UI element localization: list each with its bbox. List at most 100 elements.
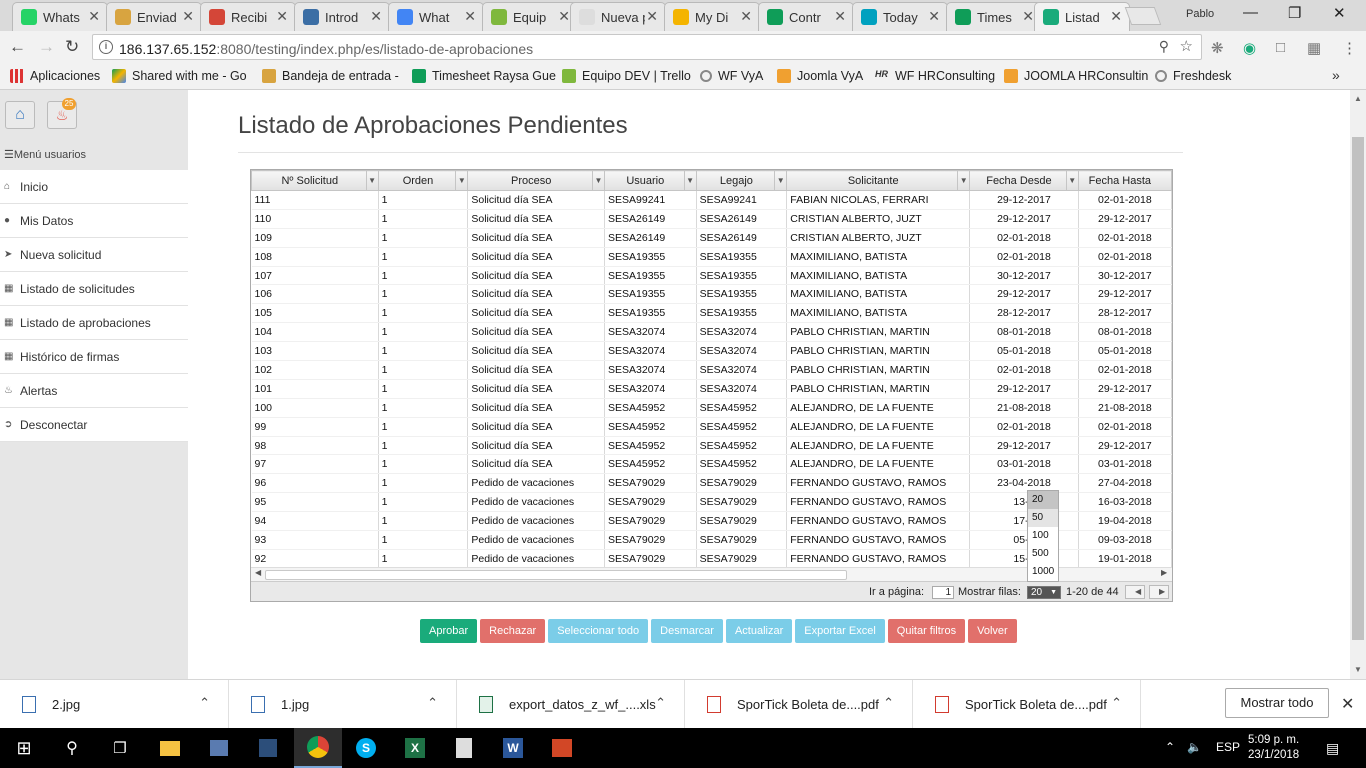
start-button[interactable]: ⊞ <box>0 728 48 768</box>
sidebar-item-desconectar[interactable]: ➲ Desconectar <box>0 408 188 442</box>
column-header[interactable]: Usuario ▼ <box>604 170 697 191</box>
taskbar-excel[interactable]: X <box>391 728 439 768</box>
column-header[interactable]: Fecha Hasta <box>1077 170 1172 191</box>
taskbar-word[interactable]: W <box>489 728 537 768</box>
chevron-up-icon[interactable]: ⌃ <box>199 695 210 711</box>
browser-tab[interactable]: Enviad ✕ <box>106 2 202 31</box>
close-icon[interactable]: ✕ <box>1341 694 1354 714</box>
table-row[interactable]: 109 1 Solicitud día SEA SESA26149 SESA26149 C… <box>251 228 1172 248</box>
scroll-down-icon[interactable]: ▼ <box>1354 665 1362 674</box>
sidebar-item-inicio[interactable]: ⌂ Inicio <box>0 170 188 204</box>
reject-button[interactable]: Rechazar <box>480 619 546 643</box>
scroll-up-icon[interactable]: ▲ <box>1354 94 1362 103</box>
browser-tab[interactable]: Today ✕ <box>852 2 948 31</box>
tab-close-icon[interactable]: ✕ <box>1022 8 1034 25</box>
bookmark-drive[interactable]: Shared with me - Go <box>112 69 247 83</box>
chevron-up-icon[interactable]: ⌃ <box>883 695 894 711</box>
column-header[interactable]: Legajo ▼ <box>695 170 788 191</box>
tab-close-icon[interactable]: ✕ <box>646 8 658 25</box>
export-excel-button[interactable]: Exportar Excel <box>795 619 885 643</box>
rows-per-page-select[interactable]: 20 ▼ <box>1027 586 1061 599</box>
notification-center-icon[interactable]: ▤ <box>1326 740 1339 757</box>
scrollbar-thumb[interactable] <box>265 570 847 580</box>
taskbar-tool[interactable] <box>244 728 292 768</box>
column-header[interactable]: Proceso ▼ <box>467 170 605 191</box>
download-item[interactable]: export_datos_z_wf_....xls ⌃ <box>457 680 685 729</box>
rows-option-100[interactable]: 100 <box>1028 527 1058 545</box>
browser-tab[interactable]: Recibi ✕ <box>200 2 296 31</box>
next-page-button[interactable]: ▶ <box>1149 585 1169 599</box>
column-header[interactable]: Fecha Desde ▼ <box>969 170 1079 191</box>
table-row[interactable]: 99 1 Solicitud día SEA SESA45952 SESA45952 AL… <box>251 417 1172 437</box>
column-header[interactable]: Nº Solicitud ▼ <box>251 170 379 191</box>
browser-tab[interactable]: My Di ✕ <box>664 2 760 31</box>
table-row[interactable]: 103 1 Solicitud día SEA SESA32074 SESA32074 P… <box>251 341 1172 362</box>
table-row[interactable]: 102 1 Solicitud día SEA SESA32074 SESA32074 P… <box>251 360 1172 380</box>
column-header[interactable]: Orden ▼ <box>377 170 469 191</box>
table-row[interactable]: 105 1 Solicitud día SEA SESA19355 SESA19355 M… <box>251 303 1172 324</box>
tab-close-icon[interactable]: ✕ <box>1110 8 1122 25</box>
column-filter-icon[interactable]: ▼ <box>365 171 378 190</box>
tab-close-icon[interactable]: ✕ <box>740 8 752 25</box>
bookmark-trello[interactable]: Equipo DEV | Trello <box>562 69 691 83</box>
table-row[interactable]: 104 1 Solicitud día SEA SESA32074 SESA32074 P… <box>251 322 1172 343</box>
volume-icon[interactable]: 🔈 <box>1187 740 1202 754</box>
pdf-extension-icon[interactable]: □ <box>1276 39 1285 56</box>
show-all-button[interactable]: Mostrar todo <box>1225 688 1329 718</box>
approve-button[interactable]: Aprobar <box>420 619 478 643</box>
maximize-icon[interactable]: ❐ <box>1288 4 1301 22</box>
download-item[interactable]: SporTick Boleta de....pdf ⌃ <box>685 680 913 729</box>
reload-icon[interactable]: ↻ <box>65 37 79 57</box>
scroll-right-icon[interactable]: ▶ <box>1161 568 1167 577</box>
clock[interactable]: 5:09 p. m. 23/1/2018 <box>1248 733 1299 763</box>
clear-filters-button[interactable]: Quitar filtros <box>887 619 966 643</box>
page-scrollbar-thumb[interactable] <box>1352 137 1364 640</box>
bookmark-joomla-hrconsulting[interactable]: JOOMLA HRConsultin <box>1004 69 1148 83</box>
browser-tab[interactable]: Contr ✕ <box>758 2 854 31</box>
table-row[interactable]: 111 1 Solicitud día SEA SESA99241 SESA99241 F… <box>251 190 1172 210</box>
tab-close-icon[interactable]: ✕ <box>182 8 194 25</box>
browser-tab[interactable]: Whats ✕ <box>12 2 108 31</box>
taskbar-explorer[interactable] <box>146 728 194 768</box>
column-filter-icon[interactable]: ▼ <box>683 171 696 190</box>
page-number-input[interactable]: 1 <box>932 586 954 599</box>
tab-close-icon[interactable]: ✕ <box>464 8 476 25</box>
rows-option-20[interactable]: 20 <box>1028 491 1058 509</box>
home-button[interactable]: ⌂ <box>5 101 35 129</box>
chevron-up-icon[interactable]: ⌃ <box>655 695 666 711</box>
bookmark-freshdesk[interactable]: Freshdesk <box>1155 69 1231 83</box>
column-header[interactable]: Solicitante ▼ <box>786 170 971 191</box>
menu-icon[interactable]: ⋮ <box>1342 39 1357 57</box>
sidebar-item-listado-aprobaciones[interactable]: ▦ Listado de aprobaciones <box>0 306 188 340</box>
address-bar[interactable]: i 186.137.65.152:8080/testing/index.php/… <box>92 34 1202 60</box>
table-row[interactable]: 107 1 Solicitud día SEA SESA19355 SESA19355 M… <box>251 266 1172 286</box>
prev-page-button[interactable]: ◀ <box>1125 585 1145 599</box>
browser-tab[interactable]: Introd ✕ <box>294 2 390 31</box>
browser-tab[interactable]: Equip ✕ <box>482 2 578 31</box>
bookmark-wf-hrconsulting[interactable]: HR WF HRConsulting <box>875 69 995 83</box>
refresh-button[interactable]: Actualizar <box>725 619 793 643</box>
back-icon[interactable]: ← <box>9 37 26 57</box>
language-indicator[interactable]: ESP <box>1216 740 1240 754</box>
chevron-up-icon[interactable]: ⌃ <box>427 695 438 711</box>
grammarly-icon[interactable]: ◉ <box>1243 39 1256 57</box>
task-view-button[interactable]: ❐ <box>96 728 144 768</box>
tab-close-icon[interactable]: ✕ <box>276 8 288 25</box>
page-vertical-scrollbar[interactable]: ▲ ▼ <box>1350 90 1366 679</box>
scroll-left-icon[interactable]: ◀ <box>255 568 261 577</box>
tab-close-icon[interactable]: ✕ <box>928 8 940 25</box>
column-filter-icon[interactable]: ▼ <box>957 171 969 190</box>
table-row[interactable]: 101 1 Solicitud día SEA SESA32074 SESA32074 P… <box>251 379 1172 399</box>
minimize-icon[interactable]: — <box>1243 4 1258 21</box>
taskbar-network[interactable] <box>195 728 243 768</box>
select-all-button[interactable]: Seleccionar todo <box>548 619 649 643</box>
tab-close-icon[interactable]: ✕ <box>558 8 570 25</box>
puzzle-icon[interactable]: ❋ <box>1211 39 1224 57</box>
ui-extension-icon[interactable]: ▦ <box>1307 39 1321 57</box>
tray-expand-icon[interactable]: ⌃ <box>1165 740 1175 754</box>
close-window-icon[interactable]: ✕ <box>1333 4 1346 22</box>
chevron-up-icon[interactable]: ⌃ <box>1111 695 1122 711</box>
download-item[interactable]: 2.jpg ⌃ <box>0 680 229 729</box>
bookmark-inbox[interactable]: Bandeja de entrada - <box>262 69 399 83</box>
table-row[interactable]: 98 1 Solicitud día SEA SESA45952 SESA45952 AL… <box>251 436 1172 456</box>
